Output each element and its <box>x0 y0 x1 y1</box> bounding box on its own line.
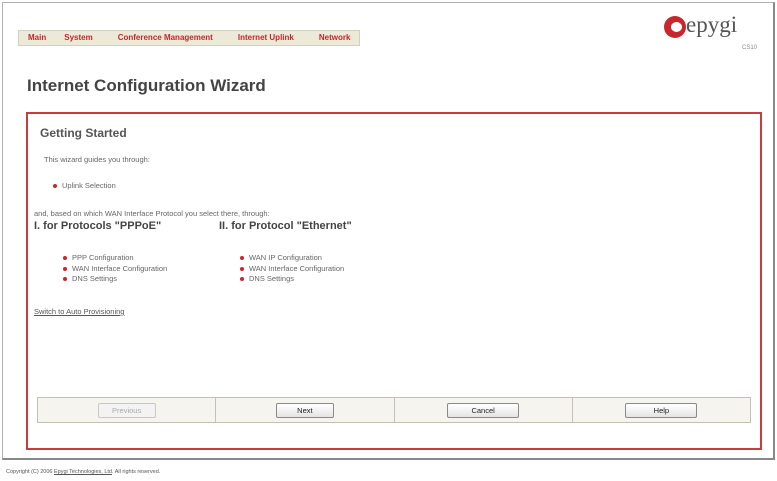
next-button[interactable]: Next <box>275 402 334 418</box>
uplink-list: Uplink Selection <box>53 181 116 192</box>
nav-system[interactable]: System <box>55 31 101 45</box>
logo-text: epygi <box>686 12 738 37</box>
footer-suffix: . All rights reserved. <box>112 469 161 475</box>
list-item: DNS Settings <box>63 274 167 285</box>
panel-title: Getting Started <box>40 126 127 140</box>
pppoe-list: PPP Configuration WAN Interface Configur… <box>63 253 167 285</box>
switch-to-auto-provisioning-link[interactable]: Switch to Auto Provisioning <box>34 307 124 316</box>
nav-network[interactable]: Network <box>303 31 360 45</box>
button-cell: Next <box>216 398 395 422</box>
list-item: PPP Configuration <box>63 253 167 264</box>
ethernet-list: WAN IP Configuration WAN Interface Confi… <box>240 253 344 285</box>
footer-prefix: Copyright (C) 2006 <box>6 469 54 475</box>
nav-main[interactable]: Main <box>19 31 55 45</box>
button-cell: Help <box>573 398 750 422</box>
top-navigation: Main System Conference Management Intern… <box>18 30 361 46</box>
button-cell: Previous <box>38 398 217 422</box>
nav-conference-management[interactable]: Conference Management <box>102 31 222 45</box>
help-button[interactable]: Help <box>625 402 698 418</box>
button-bar: Previous Next Cancel Help <box>37 397 751 423</box>
pppoe-heading: I. for Protocols "PPPoE" <box>34 220 162 232</box>
wizard-panel: Getting Started This wizard guides you t… <box>26 112 762 450</box>
previous-button[interactable]: Previous <box>97 402 156 418</box>
copyright-footer: Copyright (C) 2006 Epygi Technologies, L… <box>6 469 160 475</box>
page-title: Internet Configuration Wizard <box>27 76 266 95</box>
button-cell: Cancel <box>395 398 573 422</box>
ethernet-heading: II. for Protocol "Ethernet" <box>219 220 352 232</box>
list-item: DNS Settings <box>240 274 344 285</box>
list-item: WAN Interface Configuration <box>240 264 344 275</box>
logo-mark-icon <box>664 16 686 38</box>
list-item: Uplink Selection <box>53 181 116 192</box>
epygi-logo: epygi CS10 <box>664 12 760 54</box>
nav-internet-uplink[interactable]: Internet Uplink <box>222 31 303 45</box>
epygi-link[interactable]: Epygi Technologies, Ltd <box>54 469 112 475</box>
cancel-button[interactable]: Cancel <box>447 402 520 418</box>
protocol-intro-text: and, based on which WAN Interface Protoc… <box>34 209 270 218</box>
list-item: WAN Interface Configuration <box>63 264 167 275</box>
list-item: WAN IP Configuration <box>240 253 344 264</box>
logo-model: CS10 <box>742 45 758 51</box>
intro-text: This wizard guides you through: <box>44 155 150 164</box>
